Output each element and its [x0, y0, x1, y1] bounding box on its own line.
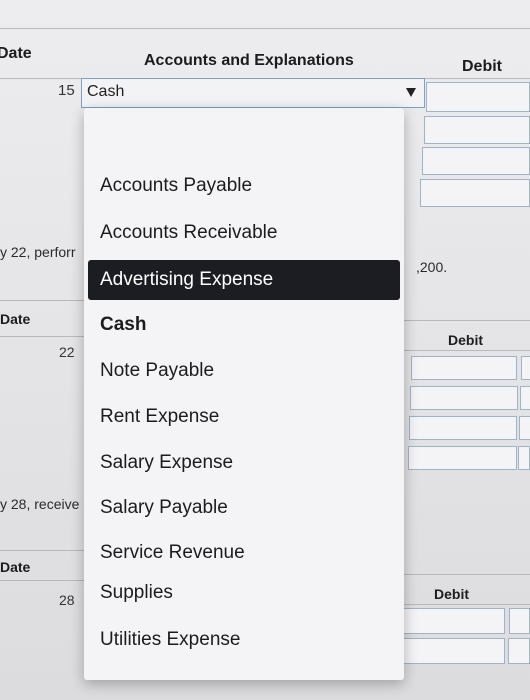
header-top-rule: [0, 28, 530, 29]
section3-debit-header: Debit: [434, 586, 469, 602]
debit-input-6[interactable]: [521, 356, 530, 380]
debit-input-7[interactable]: [410, 386, 518, 410]
dropdown-option-accounts-payable[interactable]: Accounts Payable: [88, 166, 400, 206]
account-select[interactable]: Cash: [81, 78, 425, 108]
journal-page: Date Accounts and Explanations Debit 15 …: [0, 0, 530, 700]
date-column-header: Date: [0, 45, 32, 62]
debit-input-15[interactable]: [400, 638, 505, 664]
debit-input-2[interactable]: [424, 116, 530, 144]
debit-input-3[interactable]: [422, 147, 530, 175]
debit-input-8[interactable]: [520, 386, 530, 410]
debit-input-11[interactable]: [408, 446, 517, 470]
debit-input-5[interactable]: [411, 356, 517, 380]
debit-input-10[interactable]: [519, 416, 530, 440]
entry-day-28: 28: [59, 592, 75, 608]
dropdown-option-cash[interactable]: Cash: [88, 305, 400, 345]
entry-description-22: y 22, perforr: [0, 244, 76, 260]
caret-down-icon: [406, 88, 416, 97]
entry-description-28: y 28, receive: [0, 496, 80, 512]
dropdown-option-service-revenue[interactable]: Service Revenue: [88, 533, 400, 573]
section3-header-bottom-rule-right: [398, 604, 530, 605]
debit-input-12[interactable]: [518, 446, 530, 470]
dropdown-option-supplies[interactable]: Supplies: [88, 573, 400, 613]
debit-input-9[interactable]: [409, 416, 517, 440]
debit-input-4[interactable]: [420, 179, 530, 207]
section3-header-bottom-rule: [0, 580, 86, 581]
debit-input-1[interactable]: [426, 82, 530, 112]
section2-top-rule-right: [403, 320, 530, 321]
section2-debit-header: Debit: [448, 332, 483, 348]
dropdown-option-accounts-receivable[interactable]: Accounts Receivable: [88, 213, 400, 253]
section3-date-header: Date: [0, 559, 31, 575]
section2-date-header: Date: [0, 311, 31, 327]
debit-input-13[interactable]: [401, 608, 505, 634]
dropdown-option-utilities-expense[interactable]: Utilities Expense: [88, 620, 400, 660]
debit-input-14[interactable]: [509, 608, 530, 634]
section2-header-bottom-rule: [0, 336, 86, 337]
dropdown-option-salary-payable[interactable]: Salary Payable: [88, 488, 400, 528]
account-select-value: Cash: [87, 83, 125, 100]
debit-column-header: Debit: [462, 58, 502, 75]
amount-fragment: ,200.: [416, 259, 448, 275]
section3-top-rule-right: [398, 574, 530, 575]
section2-top-rule: [0, 300, 86, 301]
entry-day-22: 22: [59, 344, 75, 360]
entry-day-15: 15: [58, 82, 75, 99]
section2-header-bottom-rule-right: [403, 350, 530, 351]
debit-input-16[interactable]: [508, 638, 530, 664]
dropdown-option-note-payable[interactable]: Note Payable: [88, 351, 400, 391]
accounts-column-header: Accounts and Explanations: [144, 52, 354, 69]
account-dropdown-list[interactable]: Accounts Payable Accounts Receivable Adv…: [84, 108, 404, 680]
dropdown-option-advertising-expense[interactable]: Advertising Expense: [88, 260, 400, 300]
dropdown-option-rent-expense[interactable]: Rent Expense: [88, 397, 400, 437]
dropdown-option-salary-expense[interactable]: Salary Expense: [88, 443, 400, 483]
section3-top-rule: [0, 550, 86, 551]
